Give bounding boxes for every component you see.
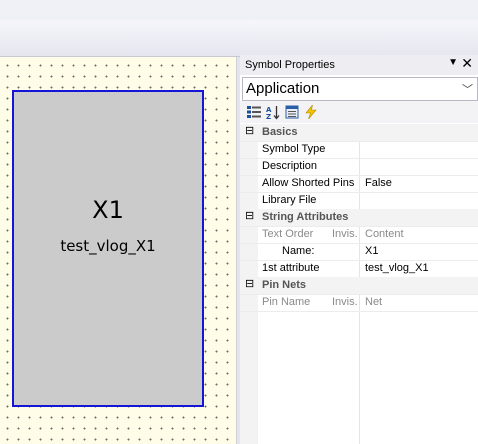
panel-close-icon[interactable]: ✕ bbox=[461, 55, 473, 72]
ribbon-toolbar-area bbox=[0, 20, 478, 57]
property-value[interactable]: test_vlog_X1 bbox=[365, 262, 429, 274]
property-label: 1st attribute bbox=[262, 262, 320, 274]
category-basics[interactable]: ⊟ Basics bbox=[240, 124, 478, 142]
symbol-attribute-text: test_vlog_X1 bbox=[60, 237, 156, 255]
svg-text:Z: Z bbox=[266, 113, 271, 120]
column-header-invis: Invis. bbox=[332, 296, 358, 308]
property-label: Allow Shorted Pins bbox=[262, 177, 355, 189]
category-label: Pin Nets bbox=[262, 279, 307, 291]
symbol-instance-name: X1 bbox=[92, 196, 124, 224]
property-label: Symbol Type bbox=[262, 143, 326, 155]
panel-title-bar: Symbol Properties ▼ ✕ bbox=[240, 55, 478, 75]
category-string-attributes[interactable]: ⊟ String Attributes bbox=[240, 209, 478, 227]
categorized-icon[interactable] bbox=[246, 104, 262, 120]
events-icon[interactable] bbox=[303, 104, 319, 120]
property-label: Description bbox=[262, 160, 318, 172]
column-header-content: Content bbox=[365, 228, 404, 240]
property-row-name[interactable]: Name: X1 bbox=[240, 243, 478, 261]
property-grid: ⊟ Basics Symbol Type Description Allow S… bbox=[240, 124, 478, 444]
panel-title: Symbol Properties bbox=[245, 59, 335, 71]
property-label: Name: bbox=[282, 245, 315, 257]
collapse-icon[interactable]: ⊟ bbox=[245, 279, 254, 290]
category-label: Basics bbox=[262, 126, 298, 138]
object-selector-dropdown[interactable]: Application ﹀ bbox=[242, 77, 478, 101]
column-header-pin-name: Pin Name bbox=[262, 296, 311, 308]
object-selector-value: Application bbox=[246, 80, 320, 97]
collapse-icon[interactable]: ⊟ bbox=[245, 211, 254, 222]
property-row-description[interactable]: Description bbox=[240, 158, 478, 176]
string-attributes-header: Text Order Invis. Content bbox=[240, 226, 478, 244]
property-row-allow-shorted-pins[interactable]: Allow Shorted Pins False bbox=[240, 175, 478, 193]
pin-nets-header: Pin Name Invis. Net bbox=[240, 294, 478, 312]
ribbon-top-strip bbox=[0, 0, 478, 20]
column-header-net: Net bbox=[365, 296, 383, 308]
alphabetical-icon[interactable]: A Z bbox=[265, 104, 281, 120]
collapse-icon[interactable]: ⊟ bbox=[245, 126, 254, 137]
chevron-down-icon[interactable]: ﹀ bbox=[462, 81, 473, 97]
symbol-instance[interactable]: X1 test_vlog_X1 bbox=[12, 90, 204, 407]
property-row-library-file[interactable]: Library File bbox=[240, 192, 478, 210]
property-grid-toolbar: A Z bbox=[240, 101, 478, 123]
property-value[interactable]: X1 bbox=[365, 245, 378, 257]
schematic-canvas[interactable]: X1 test_vlog_X1 bbox=[0, 57, 236, 444]
panel-options-icon[interactable]: ▼ bbox=[448, 57, 458, 68]
property-value[interactable]: False bbox=[365, 177, 392, 189]
property-row-symbol-type[interactable]: Symbol Type bbox=[240, 141, 478, 159]
symbol-properties-panel: Symbol Properties ▼ ✕ Application ﹀ A Z bbox=[240, 55, 478, 444]
category-label: String Attributes bbox=[262, 211, 349, 223]
property-label: Library File bbox=[262, 194, 317, 206]
column-header-text-order: Text Order bbox=[262, 228, 314, 240]
property-row-1st-attribute[interactable]: 1st attribute test_vlog_X1 bbox=[240, 260, 478, 278]
column-header-invis: Invis. bbox=[332, 228, 358, 240]
property-pages-icon[interactable] bbox=[284, 104, 300, 120]
category-pin-nets[interactable]: ⊟ Pin Nets bbox=[240, 277, 478, 295]
